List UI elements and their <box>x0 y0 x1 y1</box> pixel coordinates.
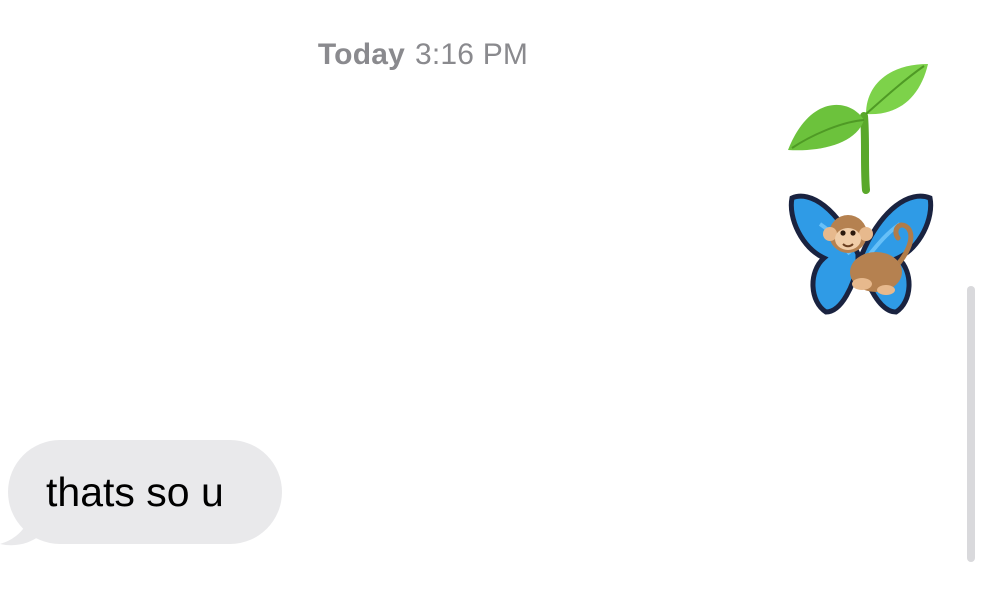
received-message[interactable]: thats so u <box>0 440 290 550</box>
seedling-icon <box>788 64 928 194</box>
timestamp-day: Today <box>317 38 405 71</box>
received-message-bubble: thats so u <box>8 440 282 544</box>
sent-emoji-message[interactable] <box>780 58 940 320</box>
scrollbar[interactable] <box>967 286 975 562</box>
timestamp-time: 3:16 PM <box>415 38 529 71</box>
message-timestamp: Today 3:16 PM <box>0 38 846 72</box>
butterfly-icon <box>788 193 934 315</box>
